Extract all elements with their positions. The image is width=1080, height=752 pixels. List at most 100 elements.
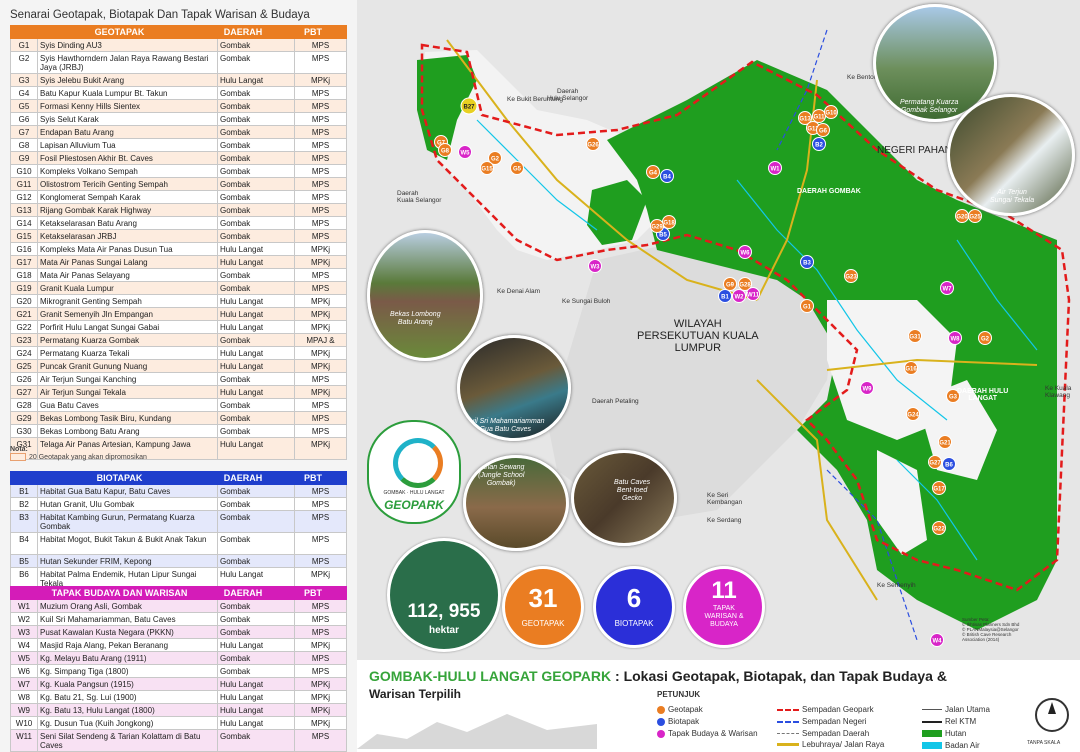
site-marker-w2[interactable]: W2 [732, 289, 746, 303]
site-marker-w9[interactable]: W9 [860, 381, 874, 395]
site-district: Gombak [218, 230, 295, 242]
site-name: Bekas Lombong Tasik Biru, Kundang [38, 412, 218, 424]
marker-label: G23 [845, 275, 857, 281]
site-marker-b27[interactable]: B27 [460, 97, 478, 115]
site-code: G21 [11, 308, 38, 320]
label-to-sungai-buloh: Ke Sungai Buloh [562, 298, 611, 305]
site-marker-b1[interactable]: B1 [718, 289, 732, 303]
site-code: G3 [11, 74, 38, 86]
marker-label: W4 [933, 639, 943, 645]
site-marker-g10[interactable]: G10 [824, 105, 838, 119]
highway-line-icon [777, 743, 799, 747]
site-marker-g17[interactable]: G17 [932, 481, 946, 495]
site-authority: MPS [311, 654, 330, 663]
table-row: G7 Endapan Batu Arang Gombak MPS [11, 126, 346, 139]
site-marker-g6[interactable]: G6 [816, 123, 830, 137]
site-code: G23 [11, 334, 38, 346]
site-marker-g15[interactable]: G15 [480, 161, 494, 175]
photo-tarian-sewang: Tarian Sewang (Jungle School Gombak) [463, 455, 569, 551]
site-name: Fosil Pliestosen Akhir Bt. Caves [38, 152, 218, 164]
site-authority: MPS [311, 54, 330, 63]
table-row: B5 Hutan Sekunder FRIM, Kepong Gombak MPS [11, 555, 346, 568]
site-authority: MPKj [310, 297, 331, 306]
table-row: B2 Hutan Granit, Ulu Gombak Gombak MPS [11, 498, 346, 511]
table-row: G16 Kompleks Mata Air Panas Dusun Tua Hulu… [11, 243, 346, 256]
label-hulu-langat: DAERAH HULU LANGAT [957, 388, 1009, 402]
geo-table: GEOTAPAK DAERAH PBT G1 Syis Dinding AU3 Go… [10, 25, 347, 460]
site-district: Hulu Langat [218, 243, 295, 255]
site-code: W11 [11, 730, 38, 751]
site-marker-w1[interactable]: W1 [768, 161, 782, 175]
site-name: Permatang Kuarza Tekali [38, 347, 218, 359]
table-row: G3 Syis Jelebu Bukit Arang Hulu Langat MPKj [11, 74, 346, 87]
table-row: W6 Kg. Simpang Tiga (1800) Gombak MPS [11, 665, 346, 678]
site-marker-b4[interactable]: B4 [660, 169, 674, 183]
site-district: Gombak [218, 626, 295, 638]
site-code: W5 [11, 652, 38, 664]
table-row: B4 Habitat Mogot, Bukit Takun & Bukit Ana… [11, 533, 346, 555]
site-marker-g23[interactable]: G23 [844, 269, 858, 283]
site-marker-w5[interactable]: W5 [458, 145, 472, 159]
site-marker-g5[interactable]: G5 [510, 161, 524, 175]
site-marker-g26[interactable]: G26 [586, 137, 600, 151]
site-marker-b2[interactable]: B2 [812, 137, 826, 151]
site-marker-w8[interactable]: W8 [948, 331, 962, 345]
site-marker-w4[interactable]: W4 [930, 633, 944, 647]
site-marker-g25[interactable]: G25 [968, 209, 982, 223]
site-authority: MPS [311, 219, 330, 228]
site-marker-w6[interactable]: W6 [738, 245, 752, 259]
site-marker-g27[interactable]: G27 [928, 455, 942, 469]
site-name: Air Terjun Sungai Kanching [38, 373, 218, 385]
site-district: Hulu Langat [218, 74, 295, 86]
site-district: Hulu Langat [218, 691, 295, 703]
site-marker-g8[interactable]: G8 [438, 143, 452, 157]
site-marker-g4[interactable]: G4 [646, 165, 660, 179]
site-marker-g24[interactable]: G24 [906, 407, 920, 421]
site-marker-w7[interactable]: W7 [940, 281, 954, 295]
site-marker-g9[interactable]: G9 [723, 277, 737, 291]
site-marker-b6[interactable]: B6 [942, 457, 956, 471]
marker-label: W8 [951, 337, 961, 343]
site-marker-g22[interactable]: G22 [932, 521, 946, 535]
site-name: Habitat Kambing Gurun, Permatang Kuarza … [38, 511, 218, 532]
site-marker-g11[interactable]: G11 [812, 109, 826, 123]
site-code: W4 [11, 639, 38, 651]
site-name: Habitat Mogot, Bukit Takun & Bukit Anak … [38, 533, 218, 554]
site-code: W10 [11, 717, 38, 729]
site-marker-g18[interactable]: G18 [662, 215, 676, 229]
site-authority: MPKj [310, 706, 331, 715]
site-marker-g1[interactable]: G1 [800, 299, 814, 313]
site-marker-g21[interactable]: G21 [938, 435, 952, 449]
site-name: Porfirit Hulu Langat Sungai Gabai [38, 321, 218, 333]
site-marker-g20[interactable]: G20 [955, 209, 969, 223]
wb-dot-icon [657, 729, 665, 738]
site-marker-g29[interactable]: G29 [650, 219, 664, 233]
site-name: Pusat Kawalan Kusta Negara (PKKN) [38, 626, 218, 638]
table-row: W4 Masjid Raja Alang, Pekan Beranang Hulu … [11, 639, 346, 652]
site-district: Gombak [218, 511, 295, 532]
site-district: Gombak [218, 412, 295, 424]
table-row: B3 Habitat Kambing Gurun, Permatang Kuarz… [11, 511, 346, 533]
site-code: G20 [11, 295, 38, 307]
site-marker-w11[interactable]: W11 [746, 287, 760, 301]
site-marker-w3[interactable]: W3 [588, 259, 602, 273]
site-code: G1 [11, 39, 38, 51]
marker-label: B4 [663, 175, 671, 181]
marker-label: W2 [735, 295, 745, 301]
legend-sempadan-daerah: Sempadan Daerah [777, 729, 869, 738]
site-code: B5 [11, 555, 38, 567]
site-code: G15 [11, 230, 38, 242]
site-code: G17 [11, 256, 38, 268]
site-name: Batu Kapur Kuala Lumpur Bt. Takun [38, 87, 218, 99]
site-district: Gombak [218, 399, 295, 411]
site-marker-g31[interactable]: G31 [908, 329, 922, 343]
table-row: G28 Gua Batu Caves Gombak MPS [11, 399, 346, 412]
label-to-seri-kembangan: Ke Seri Kembangan [707, 492, 743, 506]
site-marker-g2[interactable]: G2 [978, 331, 992, 345]
dashed-blue-line-icon [777, 720, 799, 723]
bio-table-body: B1 Habitat Gua Batu Kapur, Batu Caves Gomb… [10, 485, 347, 590]
site-marker-b3[interactable]: B3 [800, 255, 814, 269]
geopark-map[interactable]: B27 G7 G8 W5 G2 G15 G5 G26 G4 B4 G13 G12 G11 G6 G10 B2 W… [357, 0, 1080, 660]
marker-label: G27 [929, 461, 941, 467]
site-marker-g16[interactable]: G16 [904, 361, 918, 375]
